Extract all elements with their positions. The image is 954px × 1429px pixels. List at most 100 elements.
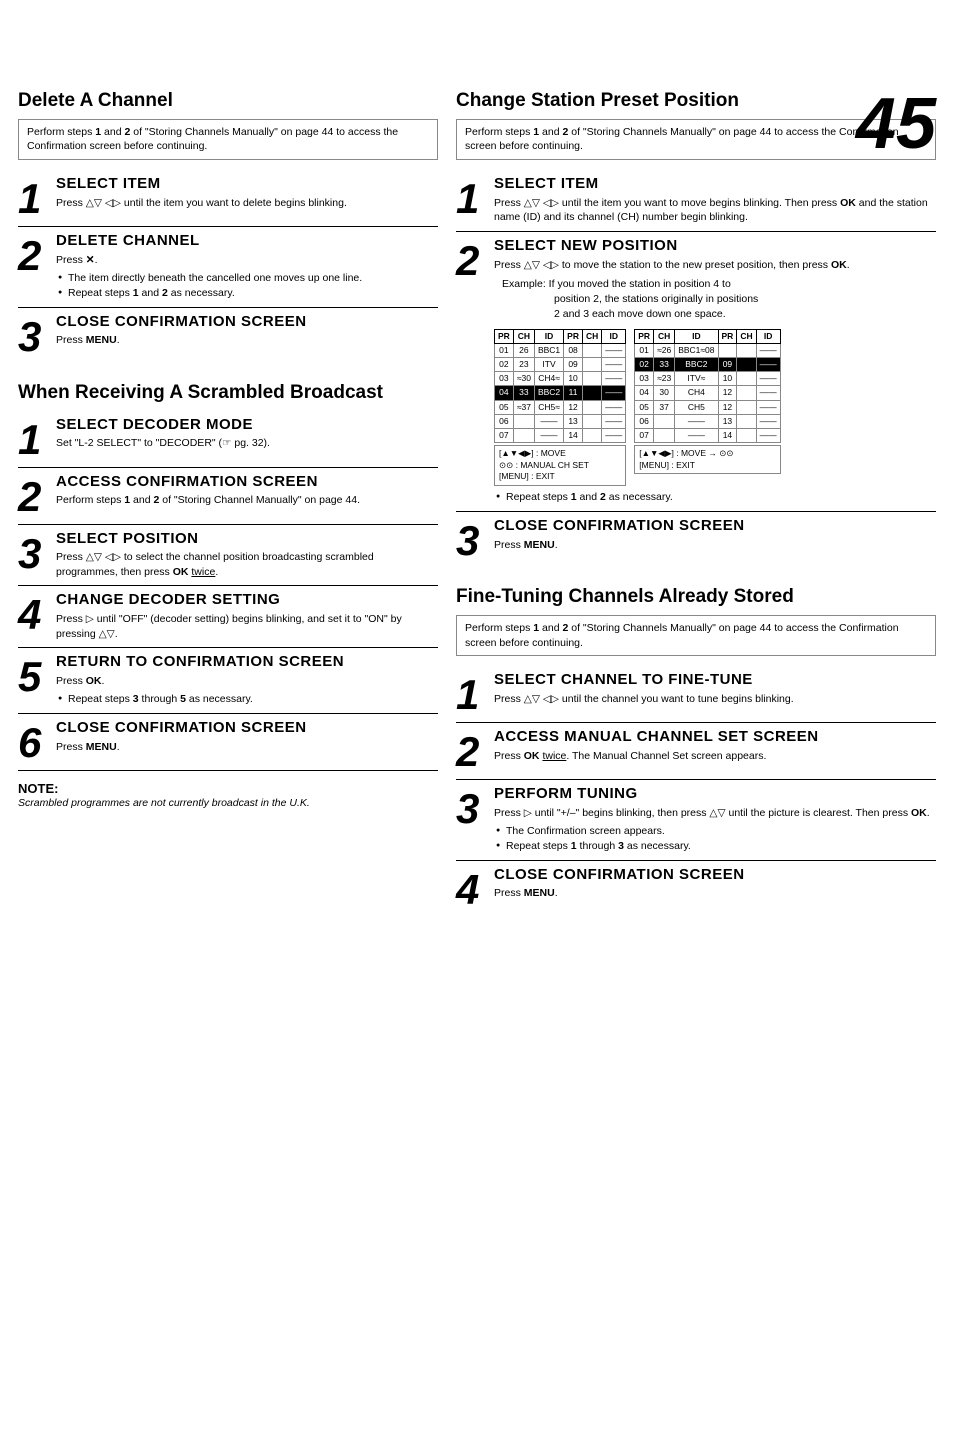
page-number: 45 (856, 88, 936, 160)
cs2-example: Example: If you moved the station in pos… (494, 277, 936, 321)
s3-text: Press △▽ ◁▷ to select the channel positi… (56, 550, 438, 579)
scrambled-title: When Receiving A Scrambled Broadcast (18, 382, 438, 405)
fine-tuning-intro: Perform steps 1 and 2 of "Storing Channe… (456, 615, 936, 656)
bullet-item: Repeat steps 1 and 2 as necessary. (496, 490, 936, 505)
delete-channel-section: Delete A Channel Perform steps 1 and 2 o… (18, 90, 438, 364)
ft1-number: 1 (456, 674, 494, 716)
s6-content: CLOSE CONFIRMATION SCREEN Press MENU. (56, 720, 438, 754)
scrambled-step-5: 5 RETURN TO CONFIRMATION SCREEN Press OK… (18, 648, 438, 714)
ft-step-2: 2 ACCESS MANUAL CHANNEL SET SCREEN Press… (456, 723, 936, 780)
step-1-heading: SELECT ITEM (56, 176, 438, 193)
ft1-content: SELECT CHANNEL TO FINE-TUNE Press △▽ ◁▷ … (494, 672, 936, 706)
step-3-number: 3 (18, 316, 56, 358)
ft3-bullets: The Confirmation screen appears. Repeat … (496, 824, 936, 853)
s4-content: CHANGE DECODER SETTING Press ▷ until "OF… (56, 592, 438, 641)
step-2-heading: DELETE CHANNEL (56, 233, 438, 250)
ft3-heading: PERFORM TUNING (494, 786, 936, 803)
s5-number: 5 (18, 656, 56, 698)
note-text: Scrambled programmes are not currently b… (18, 796, 438, 811)
step-2-content: DELETE CHANNEL Press ✕. The item directl… (56, 233, 438, 301)
before-table: PRCHIDPRCHID 0126BBC108—— 0223ITV09—— 03… (494, 329, 626, 442)
note-block: NOTE: Scrambled programmes are not curre… (18, 781, 438, 811)
scrambled-section: When Receiving A Scrambled Broadcast 1 S… (18, 382, 438, 811)
s5-content: RETURN TO CONFIRMATION SCREEN Press OK. … (56, 654, 438, 707)
delete-step-2: 2 DELETE CHANNEL Press ✕. The item direc… (18, 227, 438, 308)
s3-heading: SELECT POSITION (56, 531, 438, 548)
bullet-item: Repeat steps 3 through 5 as necessary. (58, 692, 438, 707)
bullet-item: The item directly beneath the cancelled … (58, 271, 438, 286)
cs-step-2: 2 SELECT NEW POSITION Press △▽ ◁▷ to mov… (456, 232, 936, 512)
ft4-heading: CLOSE CONFIRMATION SCREEN (494, 867, 936, 884)
step-2-number: 2 (18, 235, 56, 277)
ft1-text: Press △▽ ◁▷ until the channel you want t… (494, 692, 936, 707)
ft-step-3: 3 PERFORM TUNING Press ▷ until "+/–" beg… (456, 780, 936, 861)
s4-number: 4 (18, 594, 56, 636)
s4-heading: CHANGE DECODER SETTING (56, 592, 438, 609)
s5-text: Press OK. (56, 674, 438, 689)
cs2-text: Press △▽ ◁▷ to move the station to the n… (494, 258, 936, 273)
fine-tuning-title: Fine-Tuning Channels Already Stored (456, 586, 936, 609)
step-1-number: 1 (18, 178, 56, 220)
cs3-number: 3 (456, 520, 494, 562)
ft3-number: 3 (456, 788, 494, 830)
s6-number: 6 (18, 722, 56, 764)
step-3-text: Press MENU. (56, 333, 438, 348)
cs2-heading: SELECT NEW POSITION (494, 238, 936, 255)
step-1-content: SELECT ITEM Press △▽ ◁▷ until the item y… (56, 176, 438, 210)
ft4-number: 4 (456, 869, 494, 911)
ft3-text: Press ▷ until "+/–" begins blinking, the… (494, 806, 936, 821)
step-1-text: Press △▽ ◁▷ until the item you want to d… (56, 196, 438, 211)
cs2-content: SELECT NEW POSITION Press △▽ ◁▷ to move … (494, 238, 936, 505)
after-table-section: PRCHIDPRCHID 01≈26BBC1≈08—— 0233BBC209——… (634, 329, 780, 486)
left-column: Delete A Channel Perform steps 1 and 2 o… (18, 90, 438, 917)
step-2-bullets: The item directly beneath the cancelled … (58, 271, 438, 300)
after-table: PRCHIDPRCHID 01≈26BBC1≈08—— 0233BBC209——… (634, 329, 780, 442)
delete-step-3: 3 CLOSE CONFIRMATION SCREEN Press MENU. (18, 308, 438, 364)
cs3-text: Press MENU. (494, 538, 936, 553)
scrambled-step-4: 4 CHANGE DECODER SETTING Press ▷ until "… (18, 586, 438, 648)
scrambled-step-3: 3 SELECT POSITION Press △▽ ◁▷ to select … (18, 525, 438, 587)
cs3-content: CLOSE CONFIRMATION SCREEN Press MENU. (494, 518, 936, 552)
fine-tuning-section: Fine-Tuning Channels Already Stored Perf… (456, 586, 936, 917)
right-column: Change Station Preset Position Perform s… (456, 90, 936, 917)
cs1-content: SELECT ITEM Press △▽ ◁▷ until the item y… (494, 176, 936, 225)
cs1-text: Press △▽ ◁▷ until the item you want to m… (494, 196, 936, 225)
s1-content: SELECT DECODER MODE Set "L-2 SELECT" to … (56, 417, 438, 451)
s2-text: Perform steps 1 and 2 of "Storing Channe… (56, 493, 438, 508)
cs2-bullets: Repeat steps 1 and 2 as necessary. (496, 490, 936, 505)
s1-number: 1 (18, 419, 56, 461)
ft2-text: Press OK twice. The Manual Channel Set s… (494, 749, 936, 764)
s2-heading: ACCESS CONFIRMATION SCREEN (56, 474, 438, 491)
s3-number: 3 (18, 533, 56, 575)
ft2-heading: ACCESS MANUAL CHANNEL SET SCREEN (494, 729, 936, 746)
step-2-text: Press ✕. (56, 253, 438, 268)
step-3-heading: CLOSE CONFIRMATION SCREEN (56, 314, 438, 331)
delete-channel-intro: Perform steps 1 and 2 of "Storing Channe… (18, 119, 438, 160)
ft-step-4: 4 CLOSE CONFIRMATION SCREEN Press MENU. (456, 861, 936, 917)
bullet-item: Repeat steps 1 and 2 as necessary. (58, 286, 438, 301)
bullet-item: The Confirmation screen appears. (496, 824, 936, 839)
cs-step-1: 1 SELECT ITEM Press △▽ ◁▷ until the item… (456, 170, 936, 232)
cs3-heading: CLOSE CONFIRMATION SCREEN (494, 518, 936, 535)
ft2-number: 2 (456, 731, 494, 773)
before-table-caption: [▲▼◀▶] : MOVE⊙⊙ : MANUAL CH SET[MENU] : … (494, 445, 626, 487)
bullet-item: Repeat steps 1 through 3 as necessary. (496, 839, 936, 854)
scrambled-step-6: 6 CLOSE CONFIRMATION SCREEN Press MENU. (18, 714, 438, 771)
scrambled-step-1: 1 SELECT DECODER MODE Set "L-2 SELECT" t… (18, 411, 438, 468)
s6-heading: CLOSE CONFIRMATION SCREEN (56, 720, 438, 737)
delete-step-1: 1 SELECT ITEM Press △▽ ◁▷ until the item… (18, 170, 438, 227)
ft4-content: CLOSE CONFIRMATION SCREEN Press MENU. (494, 867, 936, 901)
s6-text: Press MENU. (56, 740, 438, 755)
s1-text: Set "L-2 SELECT" to "DECODER" (☞ pg. 32)… (56, 436, 438, 451)
note-title: NOTE: (18, 781, 438, 796)
before-table-section: PRCHIDPRCHID 0126BBC108—— 0223ITV09—— 03… (494, 329, 626, 486)
cs1-heading: SELECT ITEM (494, 176, 936, 193)
ft4-text: Press MENU. (494, 886, 936, 901)
s5-heading: RETURN TO CONFIRMATION SCREEN (56, 654, 438, 671)
ft1-heading: SELECT CHANNEL TO FINE-TUNE (494, 672, 936, 689)
channel-tables: PRCHIDPRCHID 0126BBC108—— 0223ITV09—— 03… (494, 329, 936, 486)
step-3-content: CLOSE CONFIRMATION SCREEN Press MENU. (56, 314, 438, 348)
cs1-number: 1 (456, 178, 494, 220)
s5-bullets: Repeat steps 3 through 5 as necessary. (58, 692, 438, 707)
after-table-caption: [▲▼◀▶] : MOVE → ⊙⊙[MENU] : EXIT (634, 445, 780, 475)
